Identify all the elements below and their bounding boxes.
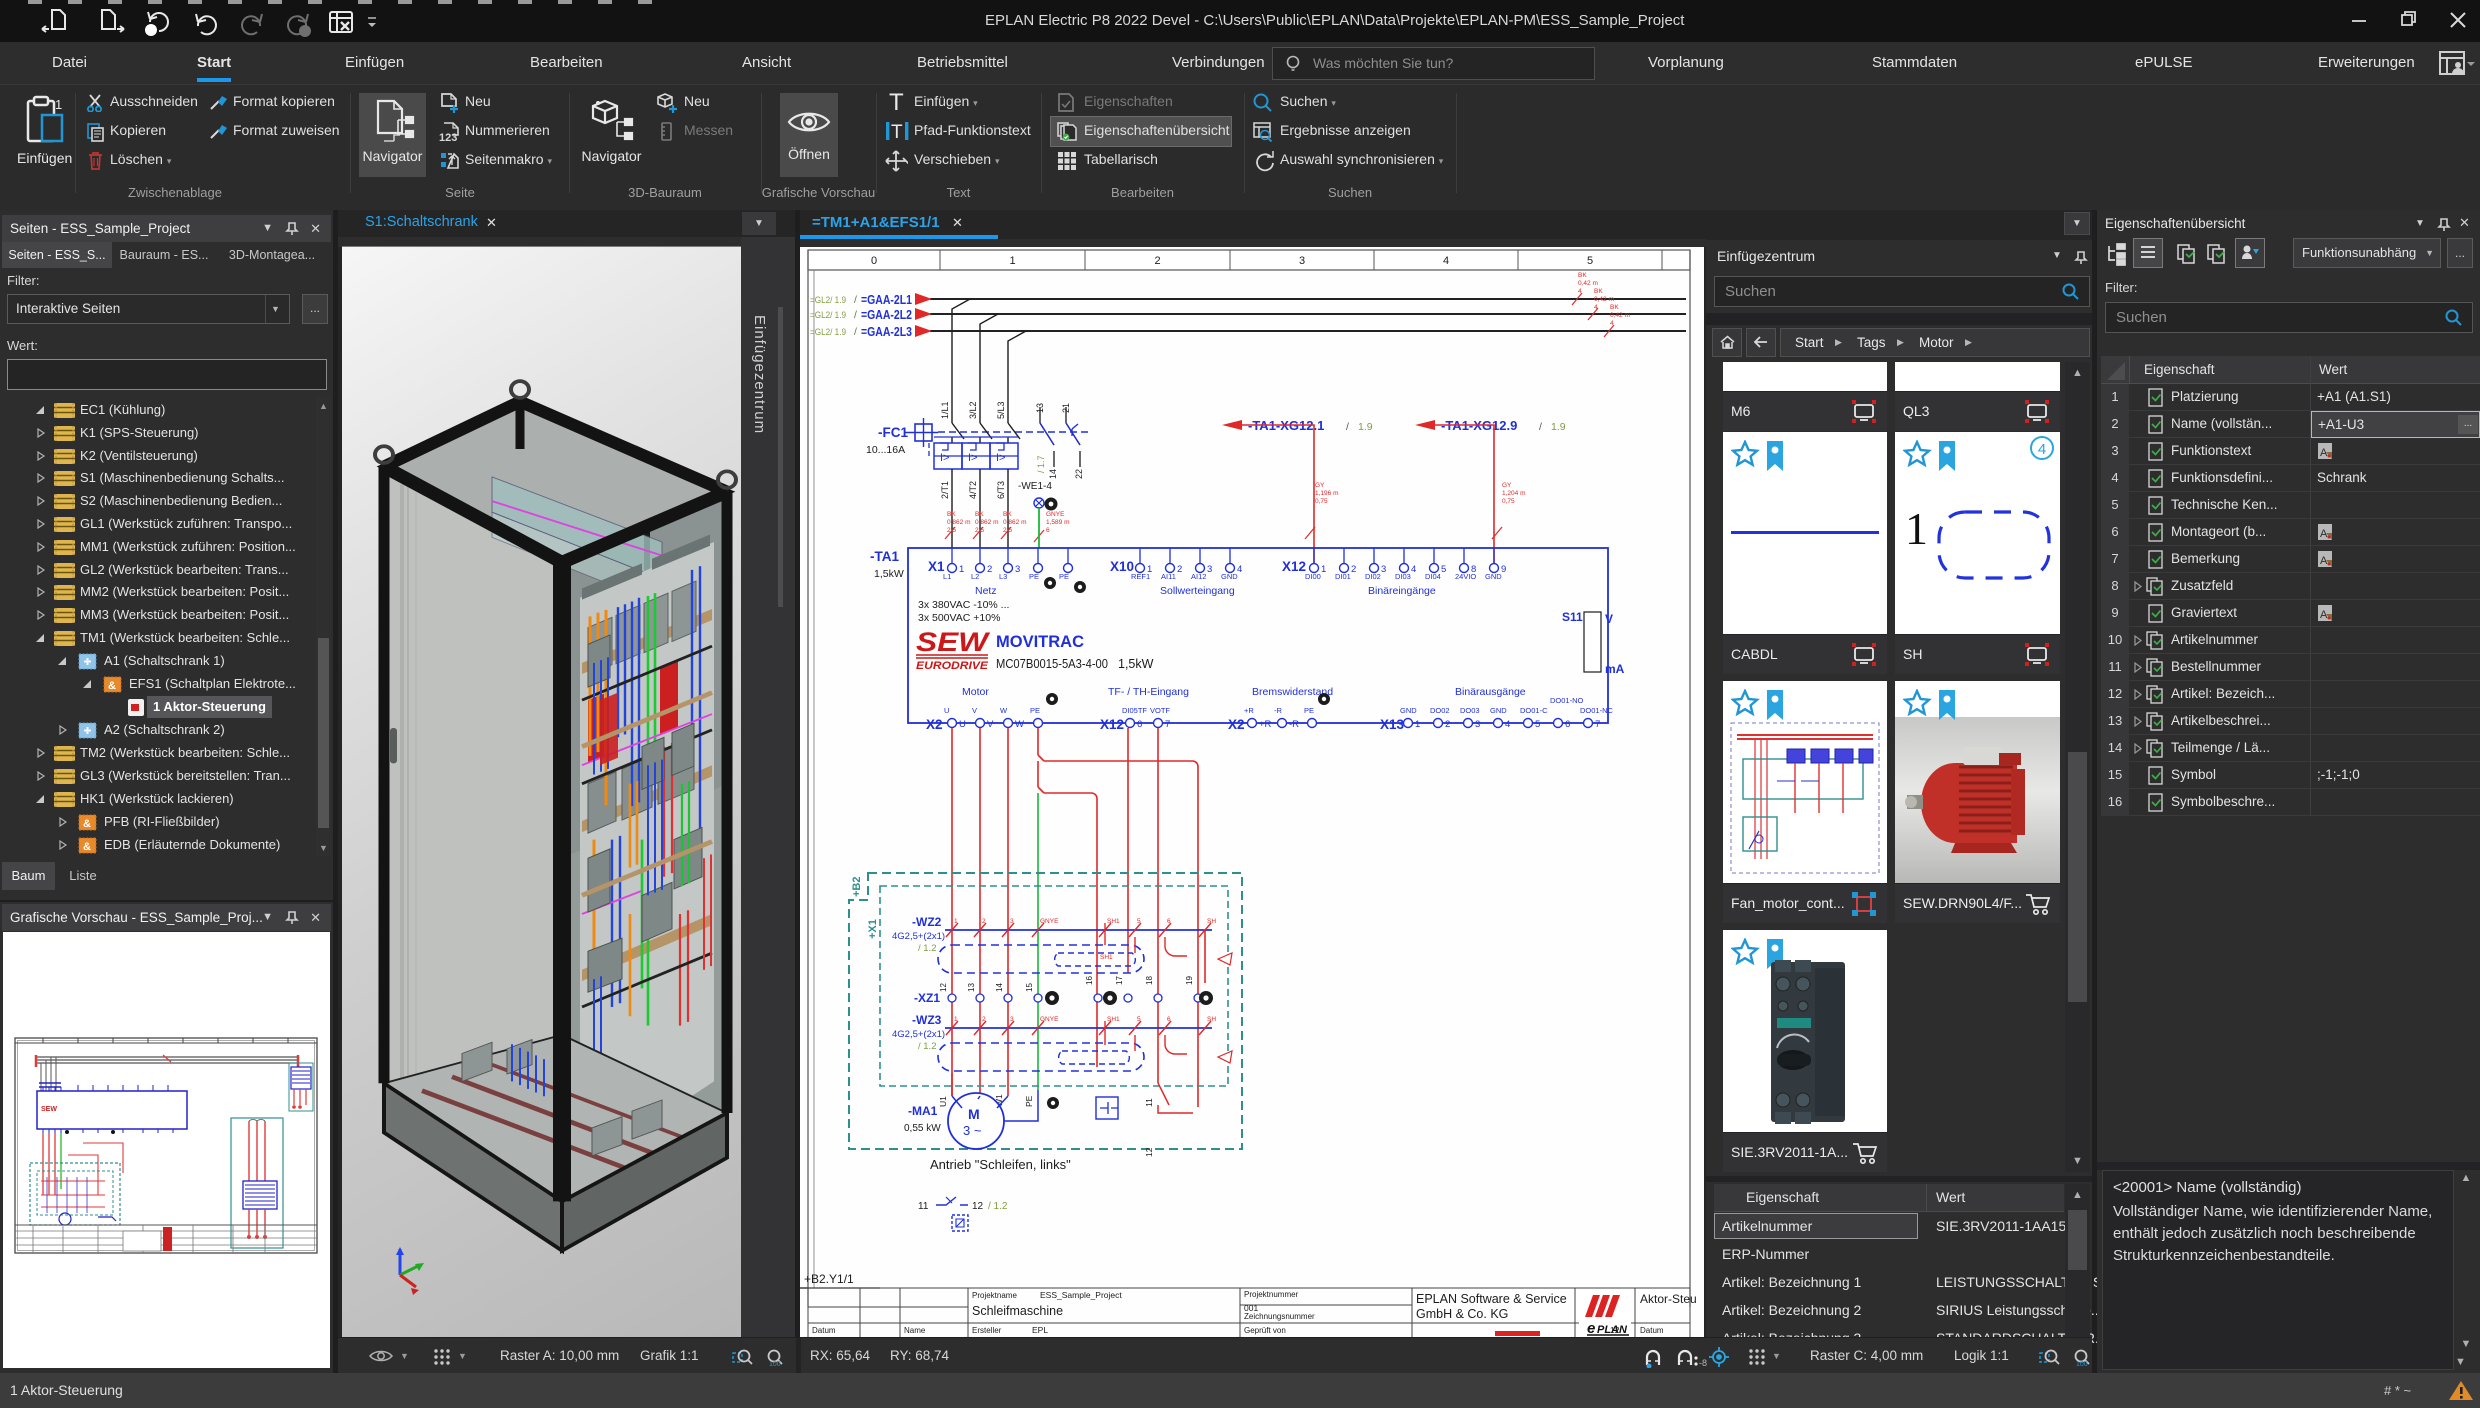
svg-text:/ 1.2: / 1.2: [988, 1201, 1008, 1212]
svg-text:GmbH & Co. KG: GmbH & Co. KG: [1416, 1307, 1508, 1321]
svg-text:SH: SH: [1207, 918, 1216, 925]
svg-text:SH1: SH1: [1100, 954, 1113, 961]
svg-text:18: 18: [1145, 976, 1154, 985]
svg-text:6: 6: [1167, 1016, 1171, 1023]
svg-text:T: T: [889, 91, 904, 113]
svg-text:14: 14: [995, 983, 1004, 992]
svg-text:-MA1: -MA1: [908, 1104, 938, 1118]
svg-text:17: 17: [1115, 976, 1124, 985]
svg-text:5: 5: [1137, 1016, 1141, 1023]
svg-text:Zeichnungsnummer: Zeichnungsnummer: [1244, 1312, 1315, 1321]
svg-text:Schleifmaschine: Schleifmaschine: [972, 1304, 1063, 1318]
svg-text:1: 1: [55, 97, 62, 112]
svg-text:GNYE: GNYE: [1040, 918, 1059, 925]
svg-text:16: 16: [1085, 976, 1094, 985]
svg-text:SH1: SH1: [1107, 1016, 1120, 1023]
svg-text:6: 6: [1167, 918, 1171, 925]
svg-text:Name: Name: [904, 1326, 926, 1335]
svg-text:A: A: [2320, 447, 2328, 459]
svg-text:-WZ2: -WZ2: [912, 915, 942, 929]
svg-text:M: M: [968, 1106, 980, 1122]
svg-text:0,55 kW: 0,55 kW: [904, 1123, 941, 1134]
svg-text:+B2.Y1/1: +B2.Y1/1: [804, 1272, 854, 1286]
svg-text:4G2,5+(2x1): 4G2,5+(2x1): [892, 1029, 945, 1040]
svg-text:3: 3: [1010, 918, 1014, 925]
svg-text:13: 13: [967, 983, 976, 992]
svg-text:EPL: EPL: [1032, 1325, 1048, 1335]
svg-text:GNYE: GNYE: [1040, 1016, 1059, 1023]
svg-text:123: 123: [439, 132, 457, 143]
svg-text:12: 12: [972, 1201, 984, 1212]
svg-text:SEW: SEW: [41, 1106, 57, 1113]
svg-text:Datum: Datum: [1640, 1326, 1664, 1335]
svg-text:A: A: [2320, 528, 2328, 540]
svg-text:Aktor-Steu: Aktor-Steu: [1640, 1292, 1697, 1306]
svg-text:19: 19: [1185, 976, 1194, 985]
svg-text:2: 2: [982, 1016, 986, 1023]
svg-text:SH: SH: [1207, 1016, 1216, 1023]
svg-text:-8: -8: [1699, 1358, 1707, 1368]
svg-text:U1: U1: [938, 1096, 948, 1107]
svg-text:Ersteller: Ersteller: [972, 1326, 1002, 1335]
svg-text:&: &: [108, 680, 116, 692]
svg-text:SH1: SH1: [1107, 918, 1120, 925]
svg-text:Geprüft von: Geprüft von: [1244, 1326, 1286, 1335]
svg-text:Antrieb "Schleifen, links": Antrieb "Schleifen, links": [930, 1157, 1071, 1172]
svg-text:2: 2: [982, 918, 986, 925]
svg-text:3 ~: 3 ~: [963, 1123, 982, 1138]
svg-text:&: &: [83, 841, 91, 853]
svg-text:1: 1: [954, 918, 958, 925]
svg-text:11: 11: [1144, 1098, 1154, 1107]
svg-text:+B2: +B2: [851, 877, 863, 898]
svg-text:+X1: +X1: [867, 919, 879, 939]
svg-text:100: 100: [769, 1361, 781, 1367]
svg-text:EPLAN Software & Service: EPLAN Software & Service: [1416, 1292, 1567, 1306]
svg-text:A: A: [2320, 609, 2328, 621]
svg-text:T: T: [891, 122, 903, 142]
svg-text:/ 1.2: / 1.2: [918, 943, 937, 954]
svg-text:ESS_Sample_Project: ESS_Sample_Project: [1040, 1290, 1122, 1300]
svg-text:100: 100: [2076, 1361, 2088, 1367]
svg-text:11: 11: [918, 1201, 929, 1212]
svg-text:/ 1.2: / 1.2: [918, 1041, 937, 1052]
svg-text:&: &: [83, 818, 91, 830]
svg-text:Projektname: Projektname: [972, 1291, 1017, 1300]
svg-text:A: A: [2320, 555, 2328, 567]
svg-text:PE: PE: [1024, 1095, 1034, 1107]
svg-text:5: 5: [1137, 918, 1141, 925]
svg-text:15: 15: [1025, 983, 1034, 992]
svg-text:Datum: Datum: [812, 1326, 836, 1335]
svg-text:12: 12: [1144, 1147, 1154, 1157]
svg-text:4G2,5+(2x1): 4G2,5+(2x1): [892, 931, 945, 942]
svg-text:-WZ3: -WZ3: [912, 1013, 942, 1027]
svg-text:1: 1: [954, 1016, 958, 1023]
svg-text:12: 12: [1610, 1325, 1620, 1335]
svg-text:-XZ1: -XZ1: [914, 991, 940, 1005]
svg-text:Projektnummer: Projektnummer: [1244, 1290, 1299, 1299]
svg-text:3: 3: [1010, 1016, 1014, 1023]
svg-text:12: 12: [939, 983, 948, 992]
